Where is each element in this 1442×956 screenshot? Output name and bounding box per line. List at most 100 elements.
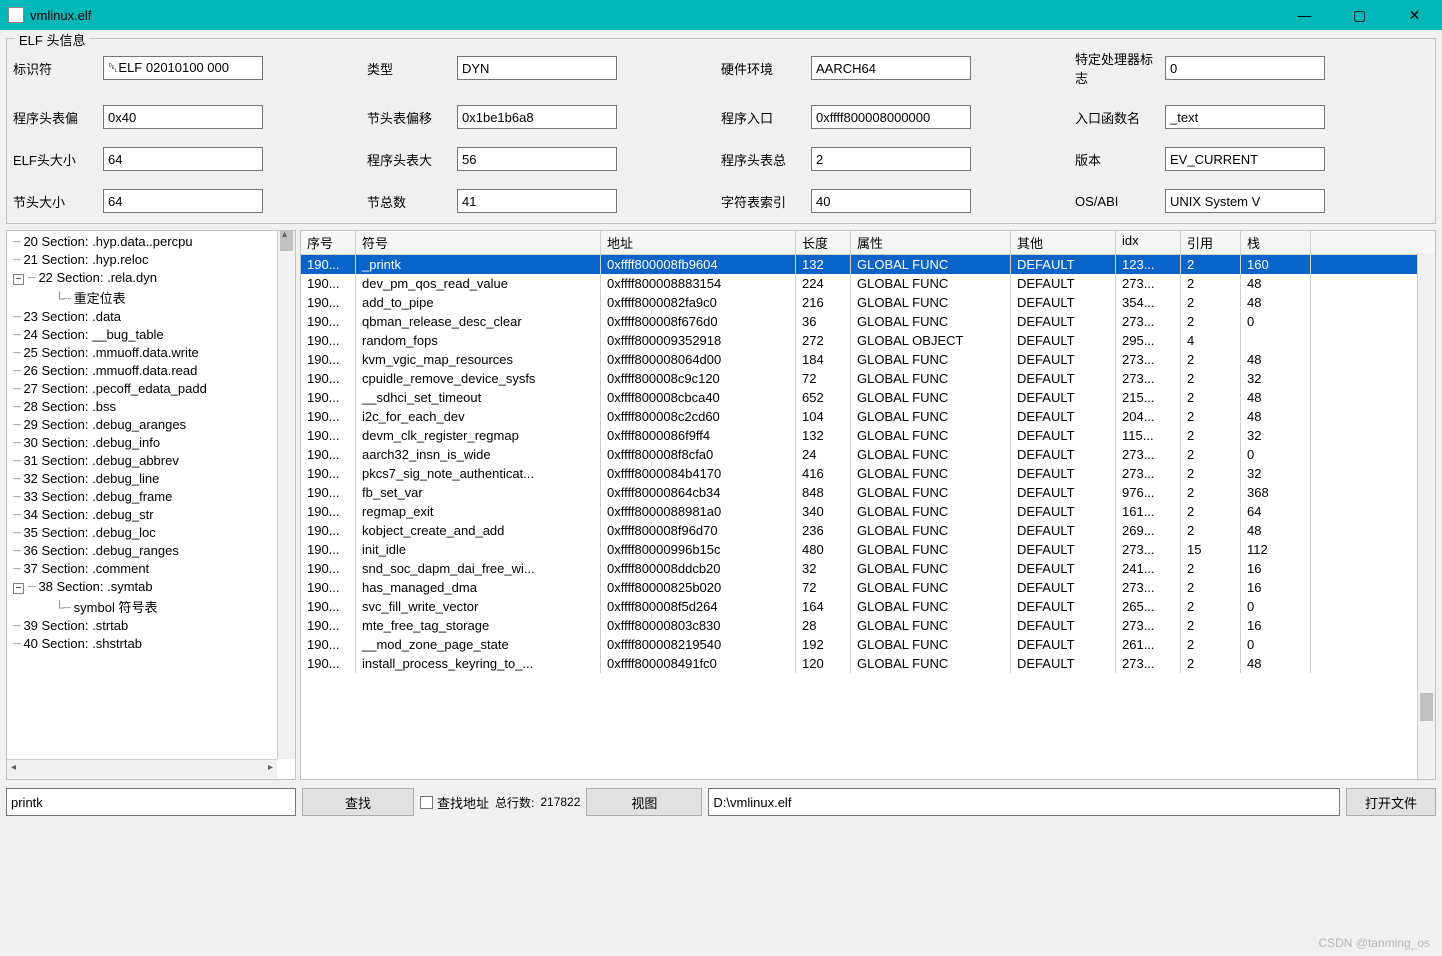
- table-row[interactable]: 190...devm_clk_register_regmap0xffff8000…: [301, 426, 1435, 445]
- maximize-button[interactable]: ▢: [1332, 0, 1387, 30]
- shoff-field[interactable]: [457, 105, 617, 129]
- table-row[interactable]: 190...kobject_create_and_add0xffff800008…: [301, 521, 1435, 540]
- tree-item[interactable]: ┈ 25 Section: .mmuoff.data.write: [7, 344, 295, 362]
- table-row[interactable]: 190...aarch32_insn_is_wide0xffff800008f8…: [301, 445, 1435, 464]
- table-row[interactable]: 190...install_process_keyring_to_...0xff…: [301, 654, 1435, 673]
- collapse-icon[interactable]: −: [13, 274, 24, 285]
- tree-item[interactable]: ┈ 23 Section: .data: [7, 308, 295, 326]
- checkbox-icon[interactable]: [420, 796, 433, 809]
- find-addr-checkbox[interactable]: 查找地址: [420, 793, 489, 812]
- tree-item[interactable]: ┈ 26 Section: .mmuoff.data.read: [7, 362, 295, 380]
- tree-vscrollbar[interactable]: [277, 231, 295, 759]
- table-row[interactable]: 190..._printk0xffff800008fb9604132GLOBAL…: [301, 255, 1435, 274]
- table-row[interactable]: 190...i2c_for_each_dev0xffff800008c2cd60…: [301, 407, 1435, 426]
- tree-item[interactable]: ┈ 27 Section: .pecoff_edata_padd: [7, 380, 295, 398]
- tree-hscrollbar[interactable]: ◂▸: [7, 759, 277, 779]
- app-icon: [8, 7, 24, 23]
- type-field[interactable]: [457, 56, 617, 80]
- type-label: 类型: [367, 59, 457, 78]
- table-row[interactable]: 190...add_to_pipe0xffff8000082fa9c0216GL…: [301, 293, 1435, 312]
- version-field[interactable]: [1165, 147, 1325, 171]
- table-row[interactable]: 190...qbman_release_desc_clear0xffff8000…: [301, 312, 1435, 331]
- col-idx[interactable]: idx: [1116, 231, 1181, 254]
- table-row[interactable]: 190...__mod_zone_page_state0xffff8000082…: [301, 635, 1435, 654]
- flags-field[interactable]: [1165, 56, 1325, 80]
- tree-item[interactable]: └┈ 重定位表: [7, 287, 295, 308]
- table-row[interactable]: 190...regmap_exit0xffff8000088981a0340GL…: [301, 502, 1435, 521]
- symbol-table[interactable]: 序号 符号 地址 长度 属性 其他 idx 引用 栈 190..._printk…: [300, 230, 1436, 780]
- tree-item[interactable]: −┈ 38 Section: .symtab: [7, 578, 295, 596]
- collapse-icon[interactable]: −: [13, 583, 24, 594]
- tree-item[interactable]: ┈ 37 Section: .comment: [7, 560, 295, 578]
- tree-item[interactable]: ┈ 36 Section: .debug_ranges: [7, 542, 295, 560]
- tree-item[interactable]: ┈ 33 Section: .debug_frame: [7, 488, 295, 506]
- group-legend: ELF 头信息: [15, 30, 89, 49]
- tree-item[interactable]: └┈ symbol 符号表: [7, 596, 295, 617]
- shnum-label: 节总数: [367, 192, 457, 211]
- tree-item[interactable]: ┈ 20 Section: .hyp.data..percpu: [7, 233, 295, 251]
- phsize-field[interactable]: [457, 147, 617, 171]
- table-row[interactable]: 190...init_idle0xffff80000996b15c480GLOB…: [301, 540, 1435, 559]
- machine-field[interactable]: [811, 56, 971, 80]
- entryfn-field[interactable]: [1165, 105, 1325, 129]
- tree-item[interactable]: ┈ 28 Section: .bss: [7, 398, 295, 416]
- tree-item[interactable]: ┈ 31 Section: .debug_abbrev: [7, 452, 295, 470]
- shstr-field[interactable]: [811, 189, 971, 213]
- tree-item[interactable]: ┈ 30 Section: .debug_info: [7, 434, 295, 452]
- table-row[interactable]: 190...pkcs7_sig_note_authenticat...0xfff…: [301, 464, 1435, 483]
- col-addr[interactable]: 地址: [601, 231, 796, 254]
- col-sym[interactable]: 符号: [356, 231, 601, 254]
- table-row[interactable]: 190...cpuidle_remove_device_sysfs0xffff8…: [301, 369, 1435, 388]
- shstr-label: 字符表索引: [721, 192, 811, 211]
- entry-field[interactable]: [811, 105, 971, 129]
- tree-item[interactable]: ┈ 34 Section: .debug_str: [7, 506, 295, 524]
- phnum-field[interactable]: [811, 147, 971, 171]
- section-tree[interactable]: ┈ 20 Section: .hyp.data..percpu┈ 21 Sect…: [6, 230, 296, 780]
- shnum-field[interactable]: [457, 189, 617, 213]
- path-field[interactable]: [708, 788, 1340, 816]
- shsize-label: 节头大小: [13, 192, 103, 211]
- col-attr[interactable]: 属性: [851, 231, 1011, 254]
- table-row[interactable]: 190...kvm_vgic_map_resources0xffff800008…: [301, 350, 1435, 369]
- table-row[interactable]: 190...svc_fill_write_vector0xffff800008f…: [301, 597, 1435, 616]
- tree-item[interactable]: ┈ 35 Section: .debug_loc: [7, 524, 295, 542]
- table-row[interactable]: 190...random_fops0xffff800009352918272GL…: [301, 331, 1435, 350]
- find-addr-label: 查找地址: [437, 793, 489, 812]
- table-row[interactable]: 190...snd_soc_dapm_dai_free_wi...0xffff8…: [301, 559, 1435, 578]
- tree-item[interactable]: −┈ 22 Section: .rela.dyn: [7, 269, 295, 287]
- window-title: vmlinux.elf: [30, 8, 1277, 23]
- phoff-field[interactable]: [103, 105, 263, 129]
- tree-item[interactable]: ┈ 29 Section: .debug_aranges: [7, 416, 295, 434]
- tree-item[interactable]: ┈ 21 Section: .hyp.reloc: [7, 251, 295, 269]
- search-input[interactable]: [6, 788, 296, 816]
- table-row[interactable]: 190...fb_set_var0xffff80000864cb34848GLO…: [301, 483, 1435, 502]
- ehsize-label: ELF头大小: [13, 150, 103, 169]
- tree-item[interactable]: ┈ 40 Section: .shstrtab: [7, 635, 295, 653]
- col-len[interactable]: 长度: [796, 231, 851, 254]
- tree-item[interactable]: ┈ 24 Section: __bug_table: [7, 326, 295, 344]
- table-row[interactable]: 190...__sdhci_set_timeout0xffff800008cbc…: [301, 388, 1435, 407]
- view-button[interactable]: 视图: [586, 788, 702, 816]
- table-header[interactable]: 序号 符号 地址 长度 属性 其他 idx 引用 栈: [301, 231, 1435, 255]
- table-vscrollbar[interactable]: [1417, 253, 1435, 779]
- col-ref[interactable]: 引用: [1181, 231, 1241, 254]
- table-row[interactable]: 190...mte_free_tag_storage0xffff80000803…: [301, 616, 1435, 635]
- col-seq[interactable]: 序号: [301, 231, 356, 254]
- minimize-button[interactable]: —: [1277, 0, 1332, 30]
- table-row[interactable]: 190...has_managed_dma0xffff80000825b0207…: [301, 578, 1435, 597]
- version-label: 版本: [1075, 150, 1165, 169]
- close-button[interactable]: ✕: [1387, 0, 1442, 30]
- tree-item[interactable]: ┈ 32 Section: .debug_line: [7, 470, 295, 488]
- table-row[interactable]: 190...dev_pm_qos_read_value0xffff8000088…: [301, 274, 1435, 293]
- find-button[interactable]: 查找: [302, 788, 414, 816]
- osabi-field[interactable]: [1165, 189, 1325, 213]
- col-other[interactable]: 其他: [1011, 231, 1116, 254]
- ident-field[interactable]: [103, 56, 263, 80]
- osabi-label: OS/ABI: [1075, 194, 1165, 209]
- ehsize-field[interactable]: [103, 147, 263, 171]
- col-stack[interactable]: 栈: [1241, 231, 1311, 254]
- phnum-label: 程序头表总: [721, 150, 811, 169]
- shsize-field[interactable]: [103, 189, 263, 213]
- open-file-button[interactable]: 打开文件: [1346, 788, 1436, 816]
- tree-item[interactable]: ┈ 39 Section: .strtab: [7, 617, 295, 635]
